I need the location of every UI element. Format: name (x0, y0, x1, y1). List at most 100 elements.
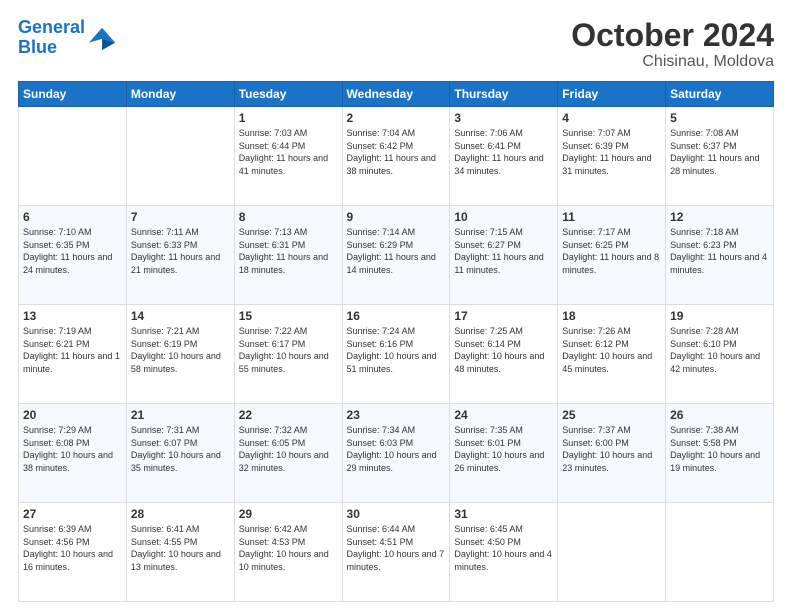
calendar-cell: 17 Sunrise: 7:25 AM Sunset: 6:14 PM Dayli… (450, 305, 558, 404)
day-number: 5 (670, 111, 769, 125)
logo: General Blue (18, 18, 117, 58)
week-row-4: 20Sunrise: 7:29 AM Sunset: 6:08 PM Dayli… (19, 404, 774, 503)
calendar-cell: 26 Sunrise: 7:38 AM Sunset: 5:58 PM Dayli… (666, 404, 774, 503)
calendar-cell (558, 503, 666, 602)
calendar-cell: 4 Sunrise: 7:07 AM Sunset: 6:39 PM Daylig… (558, 107, 666, 206)
day-info: Sunrise: 7:15 AM Sunset: 6:27 PM Dayligh… (454, 226, 553, 276)
calendar-cell: 16Sunrise: 7:24 AM Sunset: 6:16 PM Dayli… (342, 305, 450, 404)
day-info: Sunrise: 7:18 AM Sunset: 6:23 PM Dayligh… (670, 226, 769, 276)
day-info: Sunrise: 7:07 AM Sunset: 6:39 PM Dayligh… (562, 127, 661, 177)
day-number: 30 (347, 507, 446, 521)
day-info: Sunrise: 7:21 AM Sunset: 6:19 PM Dayligh… (131, 325, 230, 375)
weekday-friday: Friday (558, 82, 666, 107)
day-info: Sunrise: 7:32 AM Sunset: 6:05 PM Dayligh… (239, 424, 338, 474)
day-info: Sunrise: 7:04 AM Sunset: 6:42 PM Dayligh… (347, 127, 446, 177)
day-number: 29 (239, 507, 338, 521)
day-info: Sunrise: 7:19 AM Sunset: 6:21 PM Dayligh… (23, 325, 122, 375)
day-info: Sunrise: 7:14 AM Sunset: 6:29 PM Dayligh… (347, 226, 446, 276)
day-info: Sunrise: 7:26 AM Sunset: 6:12 PM Dayligh… (562, 325, 661, 375)
calendar-cell: 14 Sunrise: 7:21 AM Sunset: 6:19 PM Dayli… (126, 305, 234, 404)
day-number: 8 (239, 210, 338, 224)
day-info: Sunrise: 6:41 AM Sunset: 4:55 PM Dayligh… (131, 523, 230, 573)
calendar-cell: 19Sunrise: 7:28 AM Sunset: 6:10 PM Dayli… (666, 305, 774, 404)
day-number: 13 (23, 309, 122, 323)
calendar-cell: 3 Sunrise: 7:06 AM Sunset: 6:41 PM Daylig… (450, 107, 558, 206)
calendar-cell: 24 Sunrise: 7:35 AM Sunset: 6:01 PM Dayli… (450, 404, 558, 503)
calendar-cell: 15Sunrise: 7:22 AM Sunset: 6:17 PM Dayli… (234, 305, 342, 404)
day-info: Sunrise: 6:44 AM Sunset: 4:51 PM Dayligh… (347, 523, 446, 573)
day-number: 15 (239, 309, 338, 323)
calendar-cell: 23Sunrise: 7:34 AM Sunset: 6:03 PM Dayli… (342, 404, 450, 503)
calendar-cell: 8Sunrise: 7:13 AM Sunset: 6:31 PM Daylig… (234, 206, 342, 305)
day-number: 25 (562, 408, 661, 422)
calendar-table: SundayMondayTuesdayWednesdayThursdayFrid… (18, 81, 774, 602)
day-info: Sunrise: 7:06 AM Sunset: 6:41 PM Dayligh… (454, 127, 553, 177)
calendar-cell: 13 Sunrise: 7:19 AM Sunset: 6:21 PM Dayli… (19, 305, 127, 404)
calendar-body: 1 Sunrise: 7:03 AM Sunset: 6:44 PM Daylig… (19, 107, 774, 602)
calendar-cell: 1 Sunrise: 7:03 AM Sunset: 6:44 PM Daylig… (234, 107, 342, 206)
page: General Blue October 2024 Chisinau, Mold… (0, 0, 792, 612)
day-number: 2 (347, 111, 446, 125)
day-info: Sunrise: 7:35 AM Sunset: 6:01 PM Dayligh… (454, 424, 553, 474)
day-info: Sunrise: 7:25 AM Sunset: 6:14 PM Dayligh… (454, 325, 553, 375)
day-info: Sunrise: 6:45 AM Sunset: 4:50 PM Dayligh… (454, 523, 553, 573)
day-number: 11 (562, 210, 661, 224)
calendar-cell: 22 Sunrise: 7:32 AM Sunset: 6:05 PM Dayli… (234, 404, 342, 503)
day-number: 1 (239, 111, 338, 125)
day-info: Sunrise: 7:11 AM Sunset: 6:33 PM Dayligh… (131, 226, 230, 276)
day-number: 28 (131, 507, 230, 521)
day-info: Sunrise: 6:39 AM Sunset: 4:56 PM Dayligh… (23, 523, 122, 573)
day-info: Sunrise: 7:17 AM Sunset: 6:25 PM Dayligh… (562, 226, 661, 276)
calendar-cell: 5 Sunrise: 7:08 AM Sunset: 6:37 PM Daylig… (666, 107, 774, 206)
week-row-3: 13 Sunrise: 7:19 AM Sunset: 6:21 PM Dayli… (19, 305, 774, 404)
calendar-cell: 28 Sunrise: 6:41 AM Sunset: 4:55 PM Dayli… (126, 503, 234, 602)
week-row-2: 6Sunrise: 7:10 AM Sunset: 6:35 PM Daylig… (19, 206, 774, 305)
location: Chisinau, Moldova (571, 53, 774, 71)
calendar-cell: 27 Sunrise: 6:39 AM Sunset: 4:56 PM Dayli… (19, 503, 127, 602)
weekday-header-row: SundayMondayTuesdayWednesdayThursdayFrid… (19, 82, 774, 107)
day-info: Sunrise: 7:37 AM Sunset: 6:00 PM Dayligh… (562, 424, 661, 474)
day-number: 4 (562, 111, 661, 125)
day-number: 31 (454, 507, 553, 521)
day-number: 3 (454, 111, 553, 125)
day-number: 21 (131, 408, 230, 422)
calendar-cell: 29Sunrise: 6:42 AM Sunset: 4:53 PM Dayli… (234, 503, 342, 602)
day-info: Sunrise: 7:03 AM Sunset: 6:44 PM Dayligh… (239, 127, 338, 177)
day-info: Sunrise: 7:08 AM Sunset: 6:37 PM Dayligh… (670, 127, 769, 177)
calendar-cell: 11 Sunrise: 7:17 AM Sunset: 6:25 PM Dayli… (558, 206, 666, 305)
logo-text: General Blue (18, 18, 85, 58)
weekday-sunday: Sunday (19, 82, 127, 107)
day-number: 12 (670, 210, 769, 224)
calendar-cell (126, 107, 234, 206)
calendar-cell: 20Sunrise: 7:29 AM Sunset: 6:08 PM Dayli… (19, 404, 127, 503)
weekday-wednesday: Wednesday (342, 82, 450, 107)
day-number: 10 (454, 210, 553, 224)
day-number: 14 (131, 309, 230, 323)
weekday-thursday: Thursday (450, 82, 558, 107)
calendar-cell: 10 Sunrise: 7:15 AM Sunset: 6:27 PM Dayli… (450, 206, 558, 305)
day-number: 17 (454, 309, 553, 323)
day-number: 27 (23, 507, 122, 521)
day-info: Sunrise: 7:24 AM Sunset: 6:16 PM Dayligh… (347, 325, 446, 375)
calendar-cell: 30 Sunrise: 6:44 AM Sunset: 4:51 PM Dayli… (342, 503, 450, 602)
title-section: October 2024 Chisinau, Moldova (571, 18, 774, 71)
day-number: 6 (23, 210, 122, 224)
day-info: Sunrise: 7:31 AM Sunset: 6:07 PM Dayligh… (131, 424, 230, 474)
day-info: Sunrise: 7:28 AM Sunset: 6:10 PM Dayligh… (670, 325, 769, 375)
day-number: 22 (239, 408, 338, 422)
day-number: 24 (454, 408, 553, 422)
day-number: 7 (131, 210, 230, 224)
calendar-cell: 7 Sunrise: 7:11 AM Sunset: 6:33 PM Daylig… (126, 206, 234, 305)
calendar-cell: 21 Sunrise: 7:31 AM Sunset: 6:07 PM Dayli… (126, 404, 234, 503)
calendar-cell: 6Sunrise: 7:10 AM Sunset: 6:35 PM Daylig… (19, 206, 127, 305)
day-number: 20 (23, 408, 122, 422)
week-row-1: 1 Sunrise: 7:03 AM Sunset: 6:44 PM Daylig… (19, 107, 774, 206)
calendar-cell: 2 Sunrise: 7:04 AM Sunset: 6:42 PM Daylig… (342, 107, 450, 206)
weekday-monday: Monday (126, 82, 234, 107)
calendar-cell: 12 Sunrise: 7:18 AM Sunset: 6:23 PM Dayli… (666, 206, 774, 305)
day-info: Sunrise: 7:38 AM Sunset: 5:58 PM Dayligh… (670, 424, 769, 474)
weekday-tuesday: Tuesday (234, 82, 342, 107)
week-row-5: 27 Sunrise: 6:39 AM Sunset: 4:56 PM Dayli… (19, 503, 774, 602)
day-number: 23 (347, 408, 446, 422)
day-number: 26 (670, 408, 769, 422)
